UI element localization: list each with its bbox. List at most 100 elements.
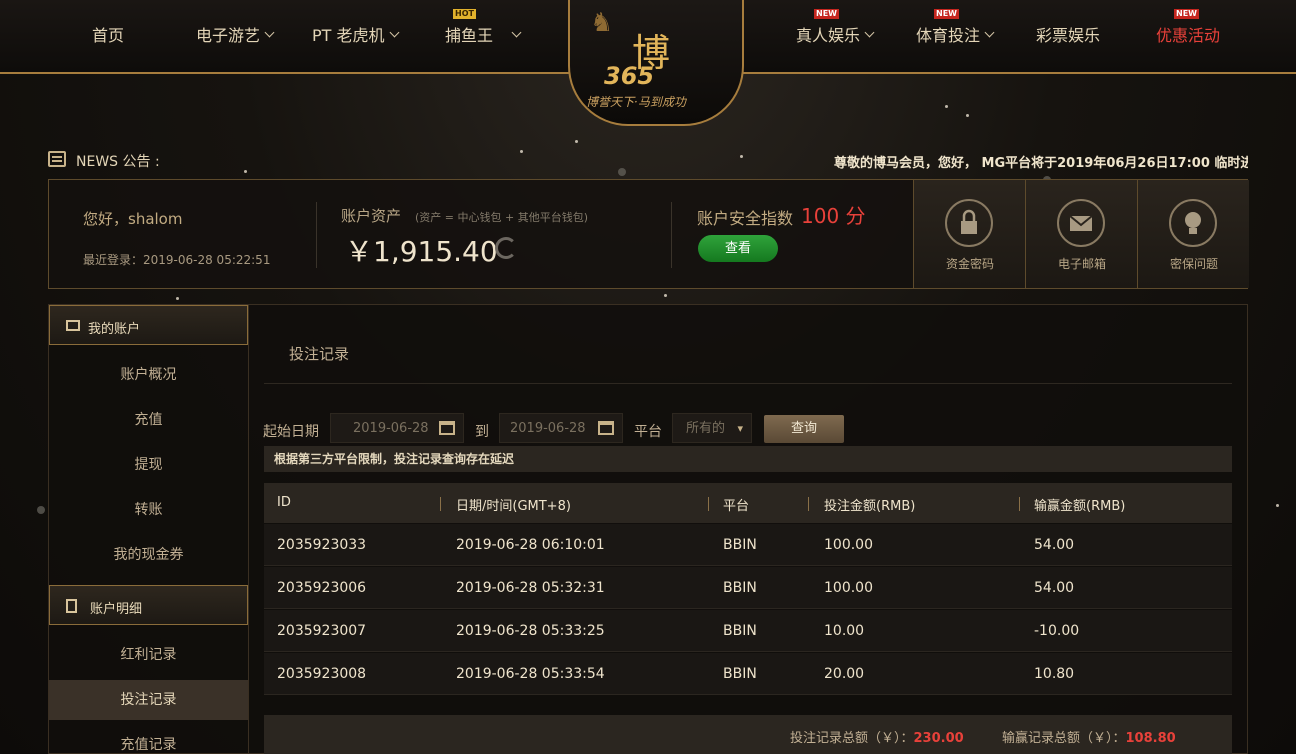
security-view-button[interactable]: 查看 bbox=[698, 235, 778, 262]
last-login: 最近登录：2019-06-28 05:22:51 bbox=[83, 253, 271, 267]
cell-datetime: 2019-06-28 05:33:25 bbox=[456, 623, 605, 639]
nav-pt-slots-label: PT 老虎机 bbox=[312, 26, 385, 45]
table-row[interactable]: 2035923033 2019-06-28 06:10:01 BBIN 100.… bbox=[264, 524, 1232, 566]
column-separator bbox=[708, 497, 709, 511]
cell-platform: BBIN bbox=[723, 580, 757, 596]
total-bet-value: 230.00 bbox=[913, 731, 964, 746]
page-title: 投注记录 bbox=[289, 345, 350, 363]
star-decoration bbox=[176, 297, 179, 300]
main-content: 投注记录 起始日期 2019-06-28 到 2019-06-28 平台 所有的… bbox=[249, 304, 1248, 754]
sidebar-section-details[interactable]: 账户明细 bbox=[49, 585, 248, 625]
sidebar-item-deposit[interactable]: 充值 bbox=[49, 400, 248, 440]
sidebar-item-transfer[interactable]: 转账 bbox=[49, 490, 248, 530]
total-win-value: 108.80 bbox=[1125, 731, 1176, 746]
email-label: 电子邮箱 bbox=[1057, 257, 1106, 271]
user-greeting: 您好，shalom bbox=[83, 210, 183, 228]
nav-sports[interactable]: NEW 体育投注 bbox=[916, 9, 995, 46]
star-decoration bbox=[966, 114, 969, 117]
chevron-down-icon bbox=[389, 27, 399, 37]
total-win-label: 输赢记录总额（￥）： bbox=[1002, 731, 1126, 746]
divider bbox=[316, 202, 317, 268]
cell-datetime: 2019-06-28 05:32:31 bbox=[456, 580, 605, 596]
sidebar-item-overview[interactable]: 账户概况 bbox=[49, 355, 248, 395]
lock-icon bbox=[945, 199, 993, 247]
column-separator bbox=[808, 497, 809, 511]
nav-home-label: 首页 bbox=[92, 26, 125, 45]
cell-id: 2035923007 bbox=[277, 623, 367, 639]
table-row[interactable]: 2035923008 2019-06-28 05:33:54 BBIN 20.0… bbox=[264, 653, 1232, 695]
news-marquee[interactable]: 尊敬的博马会员，您好， MG平台将于2019年06月26日17:00 临时进 bbox=[834, 152, 1248, 171]
sidebar-item-deposit-record[interactable]: 充值记录 bbox=[49, 725, 248, 754]
sidebar-section-my-account[interactable]: 我的账户 bbox=[49, 305, 248, 345]
nav-promotions[interactable]: NEW 优惠活动 bbox=[1156, 9, 1220, 46]
asset-subtitle: (资产 = 中心钱包 + 其他平台钱包) bbox=[415, 211, 589, 224]
table-row[interactable]: 2035923007 2019-06-28 05:33:25 BBIN 10.0… bbox=[264, 610, 1232, 652]
calendar-icon[interactable] bbox=[598, 421, 614, 435]
sidebar-item-coupon[interactable]: 我的现金券 bbox=[49, 535, 248, 575]
chevron-down-icon bbox=[511, 27, 522, 37]
sidebar-item-bonus-record[interactable]: 红利记录 bbox=[49, 635, 248, 675]
star-decoration bbox=[945, 105, 948, 108]
nav-fishing[interactable]: HOT 捕鱼王 bbox=[445, 9, 522, 46]
cell-platform: BBIN bbox=[723, 666, 757, 682]
security-question-box[interactable]: 密保问题 bbox=[1137, 180, 1249, 288]
cell-id: 2035923008 bbox=[277, 666, 367, 682]
nav-pt-slots[interactable]: PT 老虎机 bbox=[312, 22, 399, 46]
logo-number: 365 bbox=[604, 62, 655, 90]
calendar-icon[interactable] bbox=[439, 421, 455, 435]
cell-datetime: 2019-06-28 06:10:01 bbox=[456, 537, 605, 553]
chevron-down-icon bbox=[264, 27, 275, 37]
chevron-down-icon bbox=[984, 27, 995, 37]
platform-select[interactable]: 所有的 bbox=[672, 413, 752, 444]
fund-password-box[interactable]: 资金密码 bbox=[913, 180, 1025, 288]
fund-password-label: 资金密码 bbox=[945, 257, 994, 271]
new-badge: NEW bbox=[1174, 9, 1199, 19]
col-datetime: 日期/时间(GMT+8) bbox=[456, 499, 571, 514]
delay-notice: 根据第三方平台限制，投注记录查询存在延迟 bbox=[264, 446, 1232, 472]
table-row[interactable]: 2035923006 2019-06-28 05:32:31 BBIN 100.… bbox=[264, 567, 1232, 609]
new-badge: NEW bbox=[814, 9, 839, 19]
sidebar-item-withdraw[interactable]: 提现 bbox=[49, 445, 248, 485]
cell-win-loss: 54.00 bbox=[1034, 580, 1075, 596]
star-decoration bbox=[37, 506, 45, 514]
query-button[interactable]: 查询 bbox=[764, 415, 844, 443]
hot-badge: HOT bbox=[453, 9, 476, 19]
start-date-input[interactable]: 2019-06-28 bbox=[330, 413, 464, 443]
to-label: 到 bbox=[475, 424, 489, 440]
cell-win-loss: 10.80 bbox=[1034, 666, 1075, 682]
news-label: NEWS 公告 : bbox=[76, 154, 160, 170]
sidebar-item-bet-record[interactable]: 投注记录 bbox=[49, 680, 248, 720]
col-platform: 平台 bbox=[723, 499, 750, 514]
cell-win-loss: -10.00 bbox=[1034, 623, 1080, 639]
cell-datetime: 2019-06-28 05:33:54 bbox=[456, 666, 605, 682]
end-date-input[interactable]: 2019-06-28 bbox=[499, 413, 623, 443]
nav-lottery[interactable]: 彩票娱乐 bbox=[1036, 22, 1100, 46]
asset-value: ￥1,915.40 bbox=[345, 235, 498, 268]
site-logo[interactable]: ♞ 博 365 博誉天下·马到成功 bbox=[568, 0, 744, 126]
nav-home[interactable]: 首页 bbox=[92, 22, 124, 46]
refresh-icon[interactable] bbox=[495, 237, 517, 259]
cell-bet-amount: 20.00 bbox=[824, 666, 865, 682]
cell-id: 2035923006 bbox=[277, 580, 367, 596]
divider bbox=[671, 202, 672, 268]
wallet-icon bbox=[66, 320, 80, 331]
email-box[interactable]: 电子邮箱 bbox=[1025, 180, 1137, 288]
col-id: ID bbox=[277, 495, 291, 510]
end-date-value: 2019-06-28 bbox=[510, 421, 586, 436]
nav-sports-label: 体育投注 bbox=[916, 26, 981, 45]
security-title: 账户安全指数 bbox=[697, 209, 794, 228]
asset-title: 账户资产 bbox=[341, 207, 402, 225]
sidebar: 我的账户 账户概况 充值 提现 转账 我的现金券 账户明细 红利记录 投注记录 … bbox=[48, 304, 249, 754]
dragon-icon: ♞ bbox=[590, 8, 614, 38]
nav-live[interactable]: NEW 真人娱乐 bbox=[796, 9, 875, 46]
news-bar: NEWS 公告 : 尊敬的博马会员，您好， MG平台将于2019年06月26日1… bbox=[48, 150, 1248, 172]
sidebar-section-label: 账户明细 bbox=[90, 602, 143, 617]
cell-bet-amount: 100.00 bbox=[824, 537, 873, 553]
news-icon bbox=[48, 151, 66, 167]
sidebar-section-label: 我的账户 bbox=[88, 322, 141, 337]
nav-electronic[interactable]: 电子游艺 bbox=[196, 22, 275, 46]
totals-bar: 投注记录总额（￥）：230.00 输赢记录总额（￥）：108.80 bbox=[264, 715, 1232, 754]
cell-platform: BBIN bbox=[723, 623, 757, 639]
star-decoration bbox=[664, 294, 667, 297]
cell-win-loss: 54.00 bbox=[1034, 537, 1075, 553]
